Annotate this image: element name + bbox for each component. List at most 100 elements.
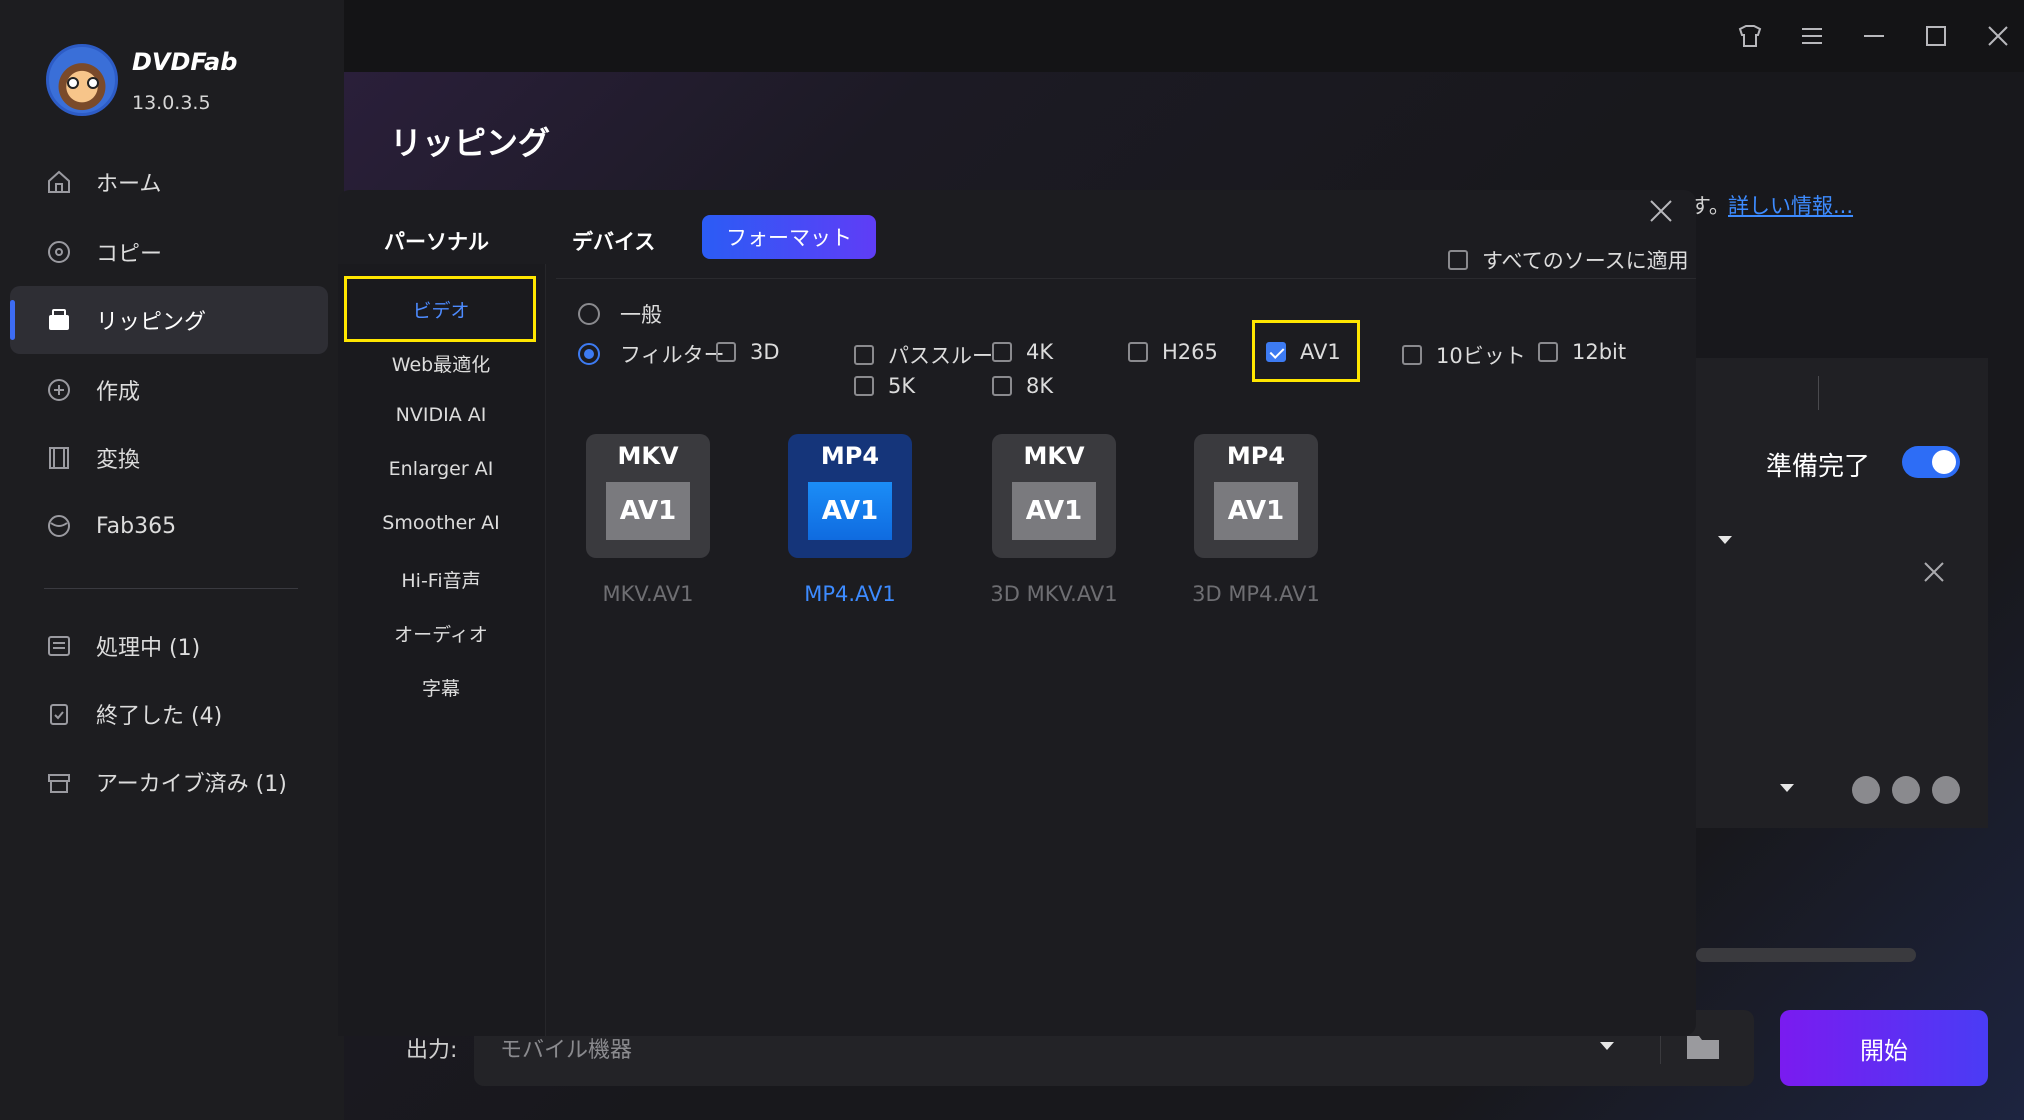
ready-toggle[interactable] [1902,446,1960,478]
tab-format[interactable]: フォーマット [702,215,876,259]
format-label-mkv-av1: MKV.AV1 [602,582,694,606]
category-web-optimized[interactable]: Web最適化 [346,350,536,377]
sidebar-item-label: 作成 [96,380,141,405]
home-icon [46,169,72,195]
title-bar [344,0,2024,72]
horizontal-scrollbar[interactable] [1696,948,1916,962]
archive-box-icon [46,769,72,795]
checkbox-box[interactable] [992,376,1012,396]
category-smoother-ai[interactable]: Smoother AI [346,512,536,534]
tab-device[interactable]: デバイス [572,226,655,256]
category-list [338,264,546,1036]
category-nvidia-ai[interactable]: NVIDIA AI [346,404,536,426]
chevron-down-icon[interactable] [1718,536,1732,544]
category-hifi-audio[interactable]: Hi-Fi音声 [346,566,536,593]
checkbox-box[interactable] [1128,342,1148,362]
filter-10bit[interactable]: 10ビット [1402,340,1526,370]
more-info-link[interactable]: 詳しい情報... [1728,190,1853,220]
sidebar-item-label: 終了した (4) [96,704,223,729]
format-card-3d-mp4-av1[interactable]: MP4 AV1 [1194,434,1318,558]
format-card-mkv-av1[interactable]: MKV AV1 [586,434,710,558]
edit-icon[interactable] [1932,776,1960,804]
sidebar-divider [44,588,298,589]
apply-all-checkbox[interactable]: すべてのソースに適用 [1448,245,1689,275]
tab-personal[interactable]: パーソナル [384,226,489,256]
sidebar-item-home[interactable]: ホーム [10,148,328,216]
processing-list-icon [46,633,72,659]
checkbox-box[interactable] [854,376,874,396]
checkbox-box[interactable] [992,342,1012,362]
sidebar: DVDFab 13.0.3.5 ホーム コピー リッピング 作成 変換 Fab3… [0,0,344,1120]
format-container-label: MKV [617,442,679,470]
fab365-icon [46,513,72,539]
page-title: リッピング [390,124,551,162]
checkbox-box[interactable] [1266,342,1286,362]
filter-8k[interactable]: 8K [992,374,1053,398]
checkbox-box[interactable] [1402,345,1422,365]
sidebar-item-label: コピー [96,242,163,267]
checkbox-box[interactable] [854,345,874,365]
radio-general[interactable]: 一般 [578,299,662,329]
app-brand: DVDFab [132,48,238,76]
format-container-label: MP4 [820,442,880,470]
creator-icon [46,377,72,403]
filter-label: 4K [1026,340,1054,364]
sidebar-item-converter[interactable]: 変換 [10,424,328,492]
close-icon[interactable] [1648,198,1678,228]
sidebar-item-label: リッピング [96,310,207,335]
finished-clipboard-icon [46,701,72,727]
sidebar-item-archived[interactable]: アーカイブ済み (1) [10,748,328,816]
task-panel [1696,358,1988,828]
remove-task-icon[interactable] [1922,560,1954,592]
sidebar-item-fab365[interactable]: Fab365 [10,492,328,560]
chevron-down-icon[interactable] [1780,784,1794,792]
sidebar-item-creator[interactable]: 作成 [10,356,328,424]
sidebar-item-label: アーカイブ済み (1) [96,772,287,797]
sidebar-item-processing[interactable]: 処理中 (1) [10,612,328,680]
filter-12bit[interactable]: 12bit [1538,340,1626,364]
filter-h265[interactable]: H265 [1128,340,1218,364]
play-icon[interactable] [1852,776,1880,804]
converter-film-icon [46,445,72,471]
category-video[interactable]: ビデオ [346,296,536,323]
settings-icon[interactable] [1892,776,1920,804]
start-button[interactable]: 開始 [1780,1010,1988,1086]
radio-filter[interactable]: フィルター [578,339,725,369]
checkbox-box[interactable] [716,342,736,362]
output-select[interactable]: モバイル機器 [500,1032,632,1064]
filter-passthrough[interactable]: パススルー [854,340,993,370]
panel-divider [1818,376,1819,410]
format-container-label: MP4 [1226,442,1286,470]
radio-dot[interactable] [578,343,600,365]
radio-dot[interactable] [578,303,600,325]
minimize-icon[interactable] [1858,20,1890,52]
category-subtitles[interactable]: 字幕 [346,674,536,701]
format-card-3d-mkv-av1[interactable]: MKV AV1 [992,434,1116,558]
filter-3d[interactable]: 3D [716,340,780,364]
filter-label: パススルー [888,344,993,368]
filter-av1[interactable]: AV1 [1266,340,1341,364]
sidebar-item-ripping[interactable]: リッピング [10,286,328,354]
skin-shirt-icon[interactable] [1734,20,1766,52]
category-audio[interactable]: オーディオ [346,620,536,647]
filter-5k[interactable]: 5K [854,374,915,398]
filter-label: 5K [888,374,916,398]
radio-filter-label: フィルター [620,343,725,367]
format-card-mp4-av1[interactable]: MP4 AV1 [788,434,912,558]
close-window-icon[interactable] [1982,20,2014,52]
menu-icon[interactable] [1796,20,1828,52]
format-codec-label: AV1 [606,482,690,540]
folder-icon[interactable] [1686,1032,1720,1060]
output-dropdown-icon[interactable] [1600,1042,1614,1050]
maximize-icon[interactable] [1920,20,1952,52]
sidebar-item-copy[interactable]: コピー [10,218,328,286]
filter-label: 10ビット [1436,344,1526,368]
checkbox-box[interactable] [1448,250,1468,270]
category-enlarger-ai[interactable]: Enlarger AI [346,458,536,480]
checkbox-box[interactable] [1538,342,1558,362]
filter-4k[interactable]: 4K [992,340,1053,364]
sidebar-item-finished[interactable]: 終了した (4) [10,680,328,748]
format-label-3d-mkv-av1: 3D MKV.AV1 [990,582,1118,606]
filter-label: 3D [750,340,780,364]
app-version: 13.0.3.5 [132,92,211,114]
